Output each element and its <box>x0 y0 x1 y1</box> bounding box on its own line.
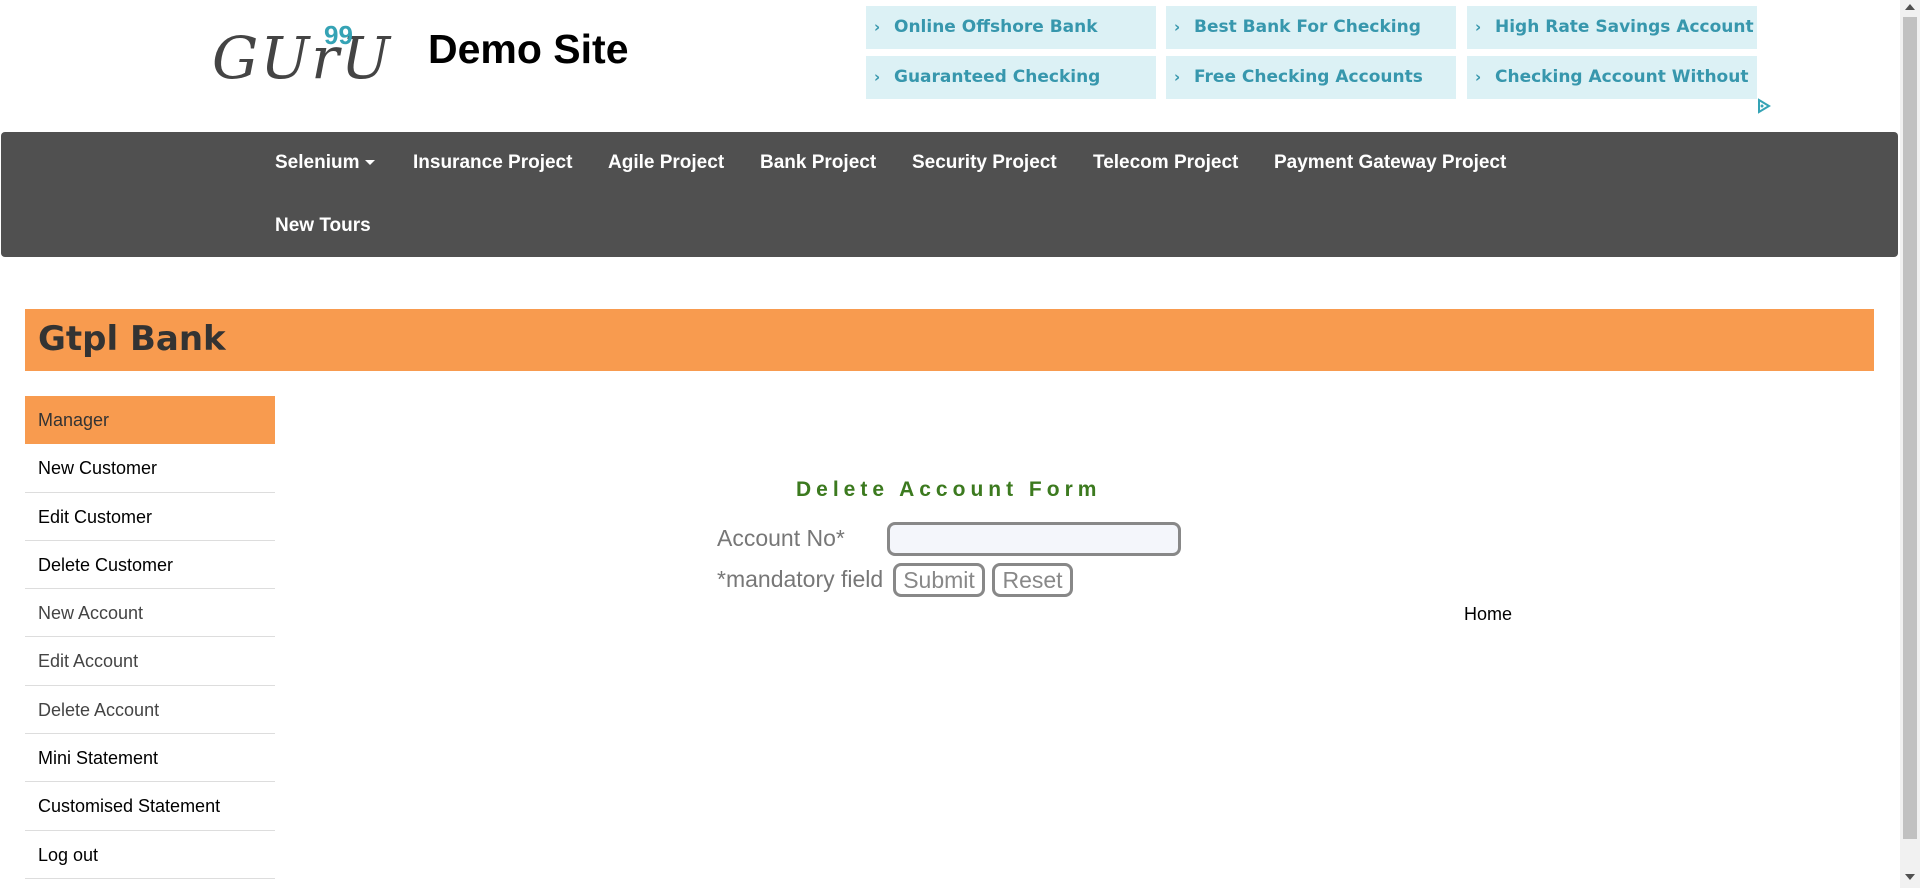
sidebar-item-manager[interactable]: Manager <box>25 396 275 445</box>
caret-down-icon <box>365 160 376 166</box>
chevron-right-icon: › <box>874 68 881 86</box>
chevron-right-icon: › <box>874 18 881 36</box>
sidebar-menu: Manager New Customer Edit Customer Delet… <box>25 396 275 879</box>
home-link[interactable]: Home <box>1464 604 1512 625</box>
account-no-label: Account No* <box>717 525 845 551</box>
sidebar-item-delete-customer[interactable]: Delete Customer <box>25 541 275 590</box>
nav-bank-project[interactable]: Bank Project <box>760 152 876 174</box>
guru99-logo[interactable]: GUrU 99 <box>212 20 390 92</box>
site-title: Demo Site <box>428 26 629 72</box>
bank-banner: Gtpl Bank <box>25 309 1874 371</box>
ad-link-free-checking-accounts[interactable]: › Free Checking Accounts <box>1166 56 1456 99</box>
chevron-right-icon: › <box>1174 18 1181 36</box>
nav-telecom-project[interactable]: Telecom Project <box>1093 152 1238 174</box>
ad-label: High Rate Savings Account <box>1495 17 1754 37</box>
chevron-right-icon: › <box>1475 18 1482 36</box>
submit-button[interactable]: Submit <box>893 563 985 597</box>
account-no-input[interactable] <box>887 522 1181 556</box>
nav-agile-project[interactable]: Agile Project <box>608 152 724 174</box>
ad-link-checking-account-without[interactable]: › Checking Account Without <box>1467 56 1757 99</box>
main-navbar: Selenium Insurance Project Agile Project… <box>1 132 1898 257</box>
logo-superscript: 99 <box>324 20 353 50</box>
ad-link-guaranteed-checking[interactable]: › Guaranteed Checking <box>866 56 1156 99</box>
sidebar-item-log-out[interactable]: Log out <box>25 831 275 879</box>
scroll-thumb[interactable] <box>1903 17 1917 839</box>
sidebar-item-delete-account[interactable]: Delete Account <box>25 686 275 735</box>
ad-label: Guaranteed Checking <box>894 67 1101 87</box>
sidebar-item-mini-statement[interactable]: Mini Statement <box>25 734 275 783</box>
ad-link-best-bank-for-checking[interactable]: › Best Bank For Checking <box>1166 6 1456 49</box>
nav-new-tours[interactable]: New Tours <box>275 215 371 237</box>
nav-selenium-dropdown[interactable]: Selenium <box>275 152 376 174</box>
bank-title: Gtpl Bank <box>38 319 226 359</box>
scroll-down-arrow-icon[interactable] <box>1905 874 1915 880</box>
ad-label: Free Checking Accounts <box>1194 67 1423 87</box>
sidebar-item-new-account[interactable]: New Account <box>25 589 275 638</box>
ad-label: Checking Account Without <box>1495 67 1749 87</box>
ad-link-online-offshore-bank[interactable]: › Online Offshore Bank <box>866 6 1156 49</box>
ad-label: Online Offshore Bank <box>894 17 1098 37</box>
ad-link-high-rate-savings[interactable]: › High Rate Savings Account <box>1467 6 1757 49</box>
ad-label: Best Bank For Checking <box>1194 17 1421 37</box>
chevron-right-icon: › <box>1475 68 1482 86</box>
sidebar-item-new-customer[interactable]: New Customer <box>25 444 275 493</box>
chevron-right-icon: › <box>1174 68 1181 86</box>
adchoices-icon[interactable] <box>1756 98 1772 114</box>
sidebar-item-customised-statement[interactable]: Customised Statement <box>25 782 275 831</box>
logo-text: GUrU <box>212 24 392 92</box>
sidebar-item-edit-customer[interactable]: Edit Customer <box>25 493 275 541</box>
scroll-up-arrow-icon[interactable] <box>1905 4 1915 10</box>
nav-insurance-project[interactable]: Insurance Project <box>413 152 572 174</box>
nav-payment-gateway-project[interactable]: Payment Gateway Project <box>1274 152 1506 174</box>
nav-security-project[interactable]: Security Project <box>912 152 1057 174</box>
form-title: Delete Account Form <box>796 478 1102 501</box>
reset-button[interactable]: Reset <box>992 563 1073 597</box>
nav-label: Selenium <box>275 152 360 173</box>
sidebar-item-edit-account[interactable]: Edit Account <box>25 637 275 686</box>
mandatory-field-note: *mandatory field <box>717 566 884 592</box>
page-scrollbar[interactable] <box>1900 0 1920 888</box>
